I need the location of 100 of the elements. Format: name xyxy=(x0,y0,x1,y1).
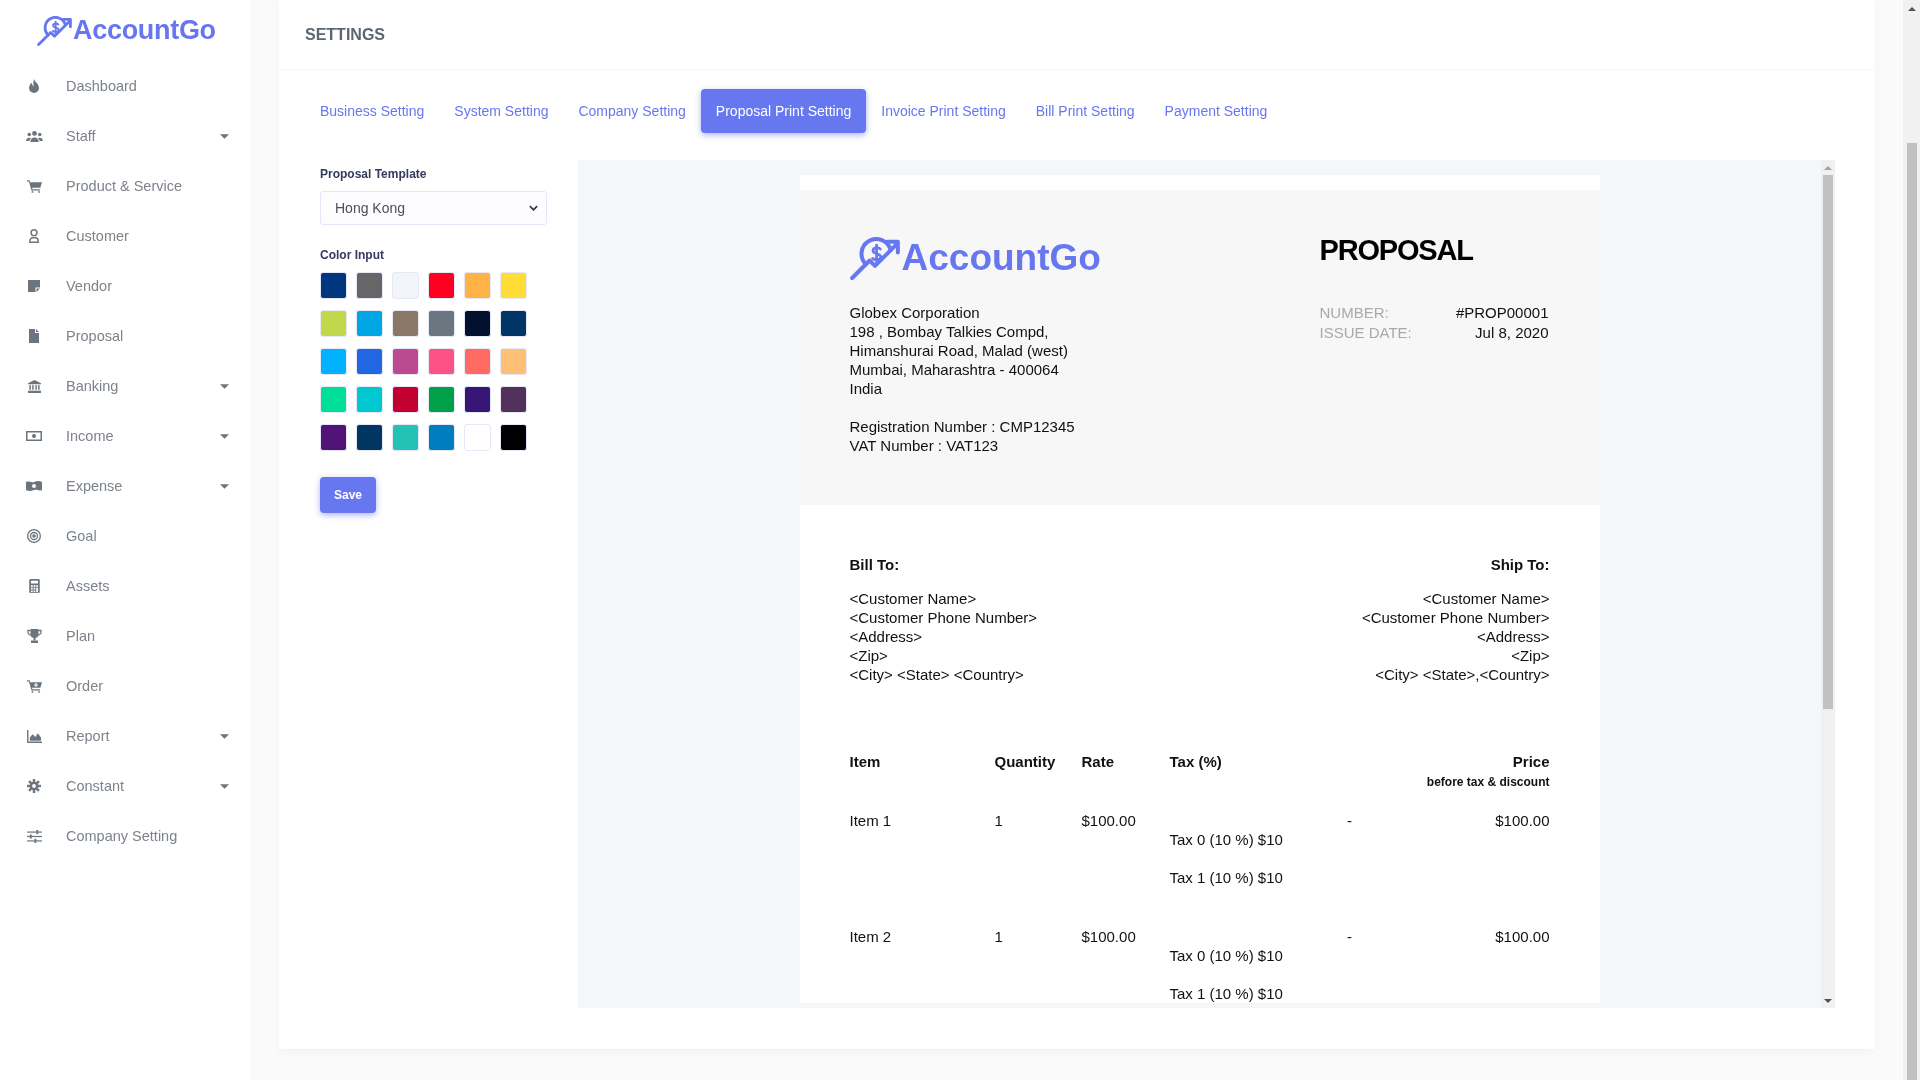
color-swatch[interactable] xyxy=(392,272,419,299)
tab[interactable]: Business Setting xyxy=(305,89,440,133)
sidebar-item[interactable]: Staff xyxy=(0,111,250,161)
scrollbar-thumb[interactable] xyxy=(1823,175,1833,709)
address-line: <Customer Phone Number> xyxy=(849,608,1038,627)
tab[interactable]: Invoice Print Setting xyxy=(866,89,1021,133)
color-swatch[interactable] xyxy=(392,386,419,413)
color-swatch[interactable] xyxy=(464,424,491,451)
color-swatch[interactable] xyxy=(428,386,455,413)
banknote-icon xyxy=(26,481,42,491)
column-header: Quantity xyxy=(994,752,1056,772)
flame-icon xyxy=(29,79,39,93)
table-cell: - xyxy=(1347,927,1352,946)
color-swatch[interactable] xyxy=(320,272,347,299)
meta-label: ISSUE DATE: xyxy=(1319,323,1412,343)
field-label: Color Input xyxy=(320,248,384,262)
tab[interactable]: System Setting xyxy=(439,89,564,133)
color-swatch[interactable] xyxy=(356,272,383,299)
save-button[interactable]: Save xyxy=(320,477,376,513)
color-swatch[interactable] xyxy=(500,386,527,413)
meta-value: #PROP00001 xyxy=(1455,303,1549,323)
page-title: SETTINGS xyxy=(305,25,385,44)
address-line: <City> <State> <Country> xyxy=(849,665,1024,684)
scroll-up-icon[interactable] xyxy=(1907,6,1916,11)
tab[interactable]: Bill Print Setting xyxy=(1020,89,1150,133)
tab[interactable]: Payment Setting xyxy=(1149,89,1283,133)
logo-text: AccountGo xyxy=(901,238,1101,278)
table-cell: 1 xyxy=(994,811,1003,830)
color-swatch[interactable] xyxy=(428,348,455,375)
address-line: <Address> xyxy=(1476,627,1550,646)
sidebar-item[interactable]: Customer xyxy=(0,211,250,261)
address-line: <Zip> xyxy=(849,646,888,665)
user-icon xyxy=(29,229,39,243)
address-line: <Customer Name> xyxy=(849,589,977,608)
color-swatch[interactable] xyxy=(464,272,491,299)
table-cell: 1 xyxy=(994,927,1003,946)
scrollbar-thumb[interactable] xyxy=(1906,143,1917,1080)
sidebar-item[interactable]: Report xyxy=(0,711,250,761)
sidebar-item[interactable]: Constant xyxy=(0,761,250,811)
color-swatch[interactable] xyxy=(320,386,347,413)
color-swatch[interactable] xyxy=(464,348,491,375)
template-dropdown[interactable]: Hong Kong xyxy=(320,191,547,225)
sidebar-item[interactable]: Plan xyxy=(0,611,250,661)
meta-label: NUMBER: xyxy=(1319,303,1389,323)
color-swatch[interactable] xyxy=(428,272,455,299)
tab[interactable]: Proposal Print Setting xyxy=(700,89,867,133)
sidebar-item[interactable]: Proposal xyxy=(0,311,250,361)
color-swatch[interactable] xyxy=(428,310,455,337)
color-swatch[interactable] xyxy=(320,424,347,451)
ship-to-heading: Ship To: xyxy=(1490,555,1550,575)
color-swatch[interactable] xyxy=(392,310,419,337)
column-note: before tax & discount xyxy=(1426,774,1550,790)
color-swatch[interactable] xyxy=(356,424,383,451)
color-swatch[interactable] xyxy=(500,310,527,337)
sidebar-item[interactable]: Vendor xyxy=(0,261,250,311)
color-swatch[interactable] xyxy=(464,386,491,413)
bank-icon xyxy=(27,379,41,393)
column-header: Tax (%) xyxy=(1169,752,1222,772)
sidebar-item[interactable]: Income xyxy=(0,411,250,461)
sidebar-item[interactable]: Assets xyxy=(0,561,250,611)
sidebar-item[interactable]: Banking xyxy=(0,361,250,411)
table-cell: Tax 0 (10 %) $10 xyxy=(1169,830,1283,849)
color-swatch[interactable] xyxy=(356,348,383,375)
tab[interactable]: Company Setting xyxy=(563,89,701,133)
color-swatch[interactable] xyxy=(392,424,419,451)
color-swatch[interactable] xyxy=(500,272,527,299)
address-line: <City> <State>,<Country> xyxy=(1375,665,1550,684)
sidebar-item[interactable]: Expense xyxy=(0,461,250,511)
address-line: Himanshurai Road, Malad (west) xyxy=(849,341,1068,360)
color-swatch[interactable] xyxy=(320,310,347,337)
chevron-down-icon xyxy=(529,205,538,211)
table-cell: - xyxy=(1347,811,1352,830)
sidebar-item[interactable]: Company Setting xyxy=(0,811,250,861)
scroll-down-icon[interactable] xyxy=(1824,998,1832,1003)
sidebar-item[interactable]: Goal xyxy=(0,511,250,561)
banknote-icon xyxy=(26,431,42,441)
registration-line: Registration Number : CMP12345 xyxy=(849,417,1075,436)
color-swatch[interactable] xyxy=(392,348,419,375)
color-swatch[interactable] xyxy=(464,310,491,337)
color-swatch[interactable] xyxy=(356,310,383,337)
color-swatch[interactable] xyxy=(320,348,347,375)
table-cell: Tax 1 (10 %) $10 xyxy=(1169,984,1283,1003)
area-chart-icon xyxy=(26,729,42,743)
sidebar-item[interactable]: Order xyxy=(0,661,250,711)
address-line: <Zip> xyxy=(1511,646,1550,665)
target-icon xyxy=(27,529,41,543)
trophy-icon xyxy=(26,629,42,643)
color-swatch[interactable] xyxy=(500,348,527,375)
sidebar-item[interactable]: Dashboard xyxy=(0,61,250,111)
table-cell: Tax 0 (10 %) $10 xyxy=(1169,946,1283,965)
address-line: Mumbai, Maharashtra - 400064 xyxy=(849,360,1059,379)
color-swatch[interactable] xyxy=(428,424,455,451)
column-header: Rate xyxy=(1081,752,1114,772)
address-line: <Address> xyxy=(849,627,923,646)
registration-line: VAT Number : VAT123 xyxy=(849,436,999,455)
logo-icon xyxy=(849,236,900,280)
sidebar-item[interactable]: Product & Service xyxy=(0,161,250,211)
color-swatch[interactable] xyxy=(500,424,527,451)
color-swatch[interactable] xyxy=(356,386,383,413)
address-line: 198 , Bombay Talkies Compd, xyxy=(849,322,1049,341)
